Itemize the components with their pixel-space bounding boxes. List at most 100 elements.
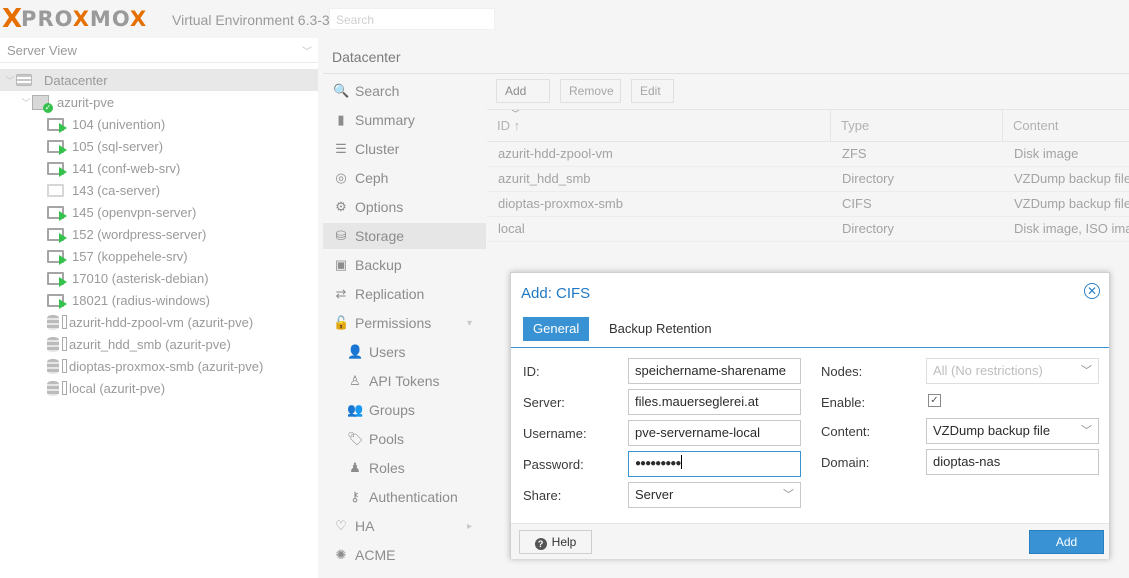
- tree-item[interactable]: ﹀ Datacenter: [0, 69, 318, 91]
- table-row[interactable]: azurit_hdd_smb Directory VZDump backup fil…: [487, 166, 1129, 192]
- heartbeat-icon: ♡: [335, 518, 347, 533]
- tree-item[interactable]: azurit_hdd_smb (azurit-pve): [0, 333, 318, 355]
- column-header-content[interactable]: Content: [1003, 110, 1129, 141]
- menu-item[interactable]: ⇄ Replication: [323, 281, 486, 307]
- storage-icon: [47, 358, 67, 374]
- password-label: Password:: [523, 457, 584, 472]
- domain-field[interactable]: dioptas-nas: [926, 449, 1099, 475]
- question-circle-icon: ?: [534, 538, 547, 550]
- server-field[interactable]: files.mauerseglerei.at: [628, 389, 801, 415]
- tree-item-label: 104 (univention): [72, 116, 166, 132]
- caret-down-icon[interactable]: ▾: [467, 318, 472, 329]
- tree-item[interactable]: 18021 (radius-windows): [0, 289, 318, 311]
- tree-item[interactable]: 141 (conf-web-srv): [0, 157, 318, 179]
- menu-item[interactable]: ◎ Ceph: [323, 165, 486, 191]
- id-field[interactable]: speichername-sharename: [628, 358, 801, 384]
- logo-wordmark: PROXMOX: [21, 7, 148, 31]
- expand-caret-icon[interactable]: ﹀: [20, 96, 32, 109]
- server-view-selector[interactable]: Server View ﹀: [0, 38, 318, 63]
- menu-item-label: Groups: [369, 402, 415, 418]
- server-view-label: Server View: [7, 43, 77, 58]
- menu-item[interactable]: ✺ ACME: [323, 542, 486, 568]
- tree-item-label: 157 (koppehele-srv): [72, 248, 188, 264]
- menu-item[interactable]: ☰ Cluster: [323, 136, 486, 162]
- tree-item[interactable]: dioptas-proxmox-smb (azurit-pve): [0, 355, 318, 377]
- table-row[interactable]: azurit-hdd-zpool-vm ZFS Disk image: [487, 141, 1129, 167]
- storage-icon: [47, 336, 67, 352]
- username-field[interactable]: pve-servername-local: [628, 420, 801, 446]
- close-icon[interactable]: ✕: [1084, 283, 1100, 299]
- menu-item-label: Cluster: [355, 141, 400, 157]
- global-search-input[interactable]: Search: [329, 8, 495, 30]
- tree-item[interactable]: 145 (openvpn-server): [0, 201, 318, 223]
- column-header-id[interactable]: ID ↑: [487, 110, 831, 141]
- tree-item[interactable]: 105 (sql-server): [0, 135, 318, 157]
- nodes-label: Nodes:: [821, 364, 863, 379]
- username-label: Username:: [523, 426, 587, 441]
- chevron-down-icon[interactable]: ﹀: [1081, 359, 1092, 383]
- enable-checkbox[interactable]: ✓: [928, 394, 941, 407]
- male-icon: ♟: [349, 460, 361, 475]
- tree-item[interactable]: 17010 (asterisk-debian): [0, 267, 318, 289]
- users-icon: 👥: [347, 402, 364, 417]
- password-field[interactable]: ●●●●●●●●●: [628, 451, 801, 477]
- menu-item[interactable]: ▣ Backup: [323, 252, 486, 278]
- menu-item[interactable]: ⛁ Storage: [323, 223, 486, 249]
- add-button[interactable]: Add: [1029, 530, 1104, 554]
- share-select[interactable]: Server ﹀: [628, 482, 801, 508]
- tree-item[interactable]: 104 (univention): [0, 113, 318, 135]
- tree-item[interactable]: 152 (wordpress-server): [0, 223, 318, 245]
- add-storage-button[interactable]: Add ﹀: [496, 79, 550, 119]
- tree-item[interactable]: ﹀ azurit-pve: [0, 91, 318, 113]
- tab-general[interactable]: General: [523, 317, 590, 341]
- chevron-down-icon[interactable]: ﹀: [1081, 419, 1092, 443]
- tree-item[interactable]: azurit-hdd-zpool-vm (azurit-pve): [0, 311, 318, 333]
- menu-item[interactable]: ♟ Roles: [323, 455, 486, 481]
- help-label: Help: [551, 535, 577, 549]
- column-header-type[interactable]: Type: [831, 110, 1003, 141]
- menu-item[interactable]: ⚙ Options: [323, 194, 486, 220]
- menu-item[interactable]: 🔓 Permissions ▾: [323, 310, 486, 336]
- unlock-icon: 🔓: [333, 315, 350, 330]
- tree-item[interactable]: local (azurit-pve): [0, 377, 318, 399]
- vm-running-icon: [47, 249, 67, 265]
- caret-right-icon[interactable]: ▸: [467, 521, 472, 532]
- tree-item[interactable]: 143 (ca-server): [0, 179, 318, 201]
- menu-item[interactable]: 👤 Users: [323, 339, 486, 365]
- menu-item[interactable]: ▮ Summary: [323, 107, 486, 133]
- menu-item-label: Authentication: [369, 489, 458, 505]
- table-row[interactable]: dioptas-proxmox-smb CIFS VZDump backup fil…: [487, 191, 1129, 217]
- edit-button[interactable]: Edit: [631, 79, 674, 103]
- remove-button[interactable]: Remove: [560, 79, 621, 103]
- tags-icon: 🏷: [347, 431, 364, 446]
- menu-item-label: Options: [355, 199, 404, 215]
- user-outline-icon: ♙: [349, 373, 361, 388]
- content-select[interactable]: VZDump backup file ﹀: [926, 418, 1099, 444]
- content-header: Datacenter: [323, 38, 1129, 74]
- tree-item-label: azurit-hdd-zpool-vm (azurit-pve): [69, 314, 254, 330]
- menu-item-label: Ceph: [355, 170, 389, 186]
- tree-item-label: local (azurit-pve): [69, 380, 166, 396]
- cell-content: Disk image, ISO image: [1014, 221, 1129, 236]
- expand-caret-icon[interactable]: ﹀: [4, 74, 16, 87]
- tab-backup-retention[interactable]: Backup Retention: [599, 317, 722, 341]
- logo-x-mark: X: [2, 4, 22, 34]
- proxmox-logo[interactable]: X PROXMOX: [2, 4, 148, 34]
- menu-item[interactable]: 👥 Groups: [323, 397, 486, 423]
- search-icon: 🔍: [333, 83, 350, 98]
- tree-item[interactable]: 157 (koppehele-srv): [0, 245, 318, 267]
- menu-item[interactable]: ♙ API Tokens: [323, 368, 486, 394]
- tree-item-label: 152 (wordpress-server): [72, 226, 207, 242]
- top-bar: X PROXMOX Virtual Environment 6.3-3 Sear…: [0, 0, 1129, 38]
- chevron-down-icon[interactable]: ﹀: [783, 483, 794, 507]
- tab-underline: [511, 347, 1109, 348]
- nodes-select[interactable]: All (No restrictions) ﹀: [926, 358, 1099, 384]
- table-row[interactable]: local Directory Disk image, ISO image: [487, 216, 1129, 242]
- menu-item[interactable]: 🔍 Search: [323, 78, 486, 104]
- menu-item[interactable]: ♡ HA ▸: [323, 513, 486, 539]
- menu-item-label: Pools: [369, 431, 405, 447]
- help-button[interactable]: ? Help: [519, 530, 592, 554]
- menu-item[interactable]: 🏷 Pools: [323, 426, 486, 452]
- cell-type: CIFS: [842, 196, 872, 211]
- menu-item[interactable]: ⚷ Authentication: [323, 484, 486, 510]
